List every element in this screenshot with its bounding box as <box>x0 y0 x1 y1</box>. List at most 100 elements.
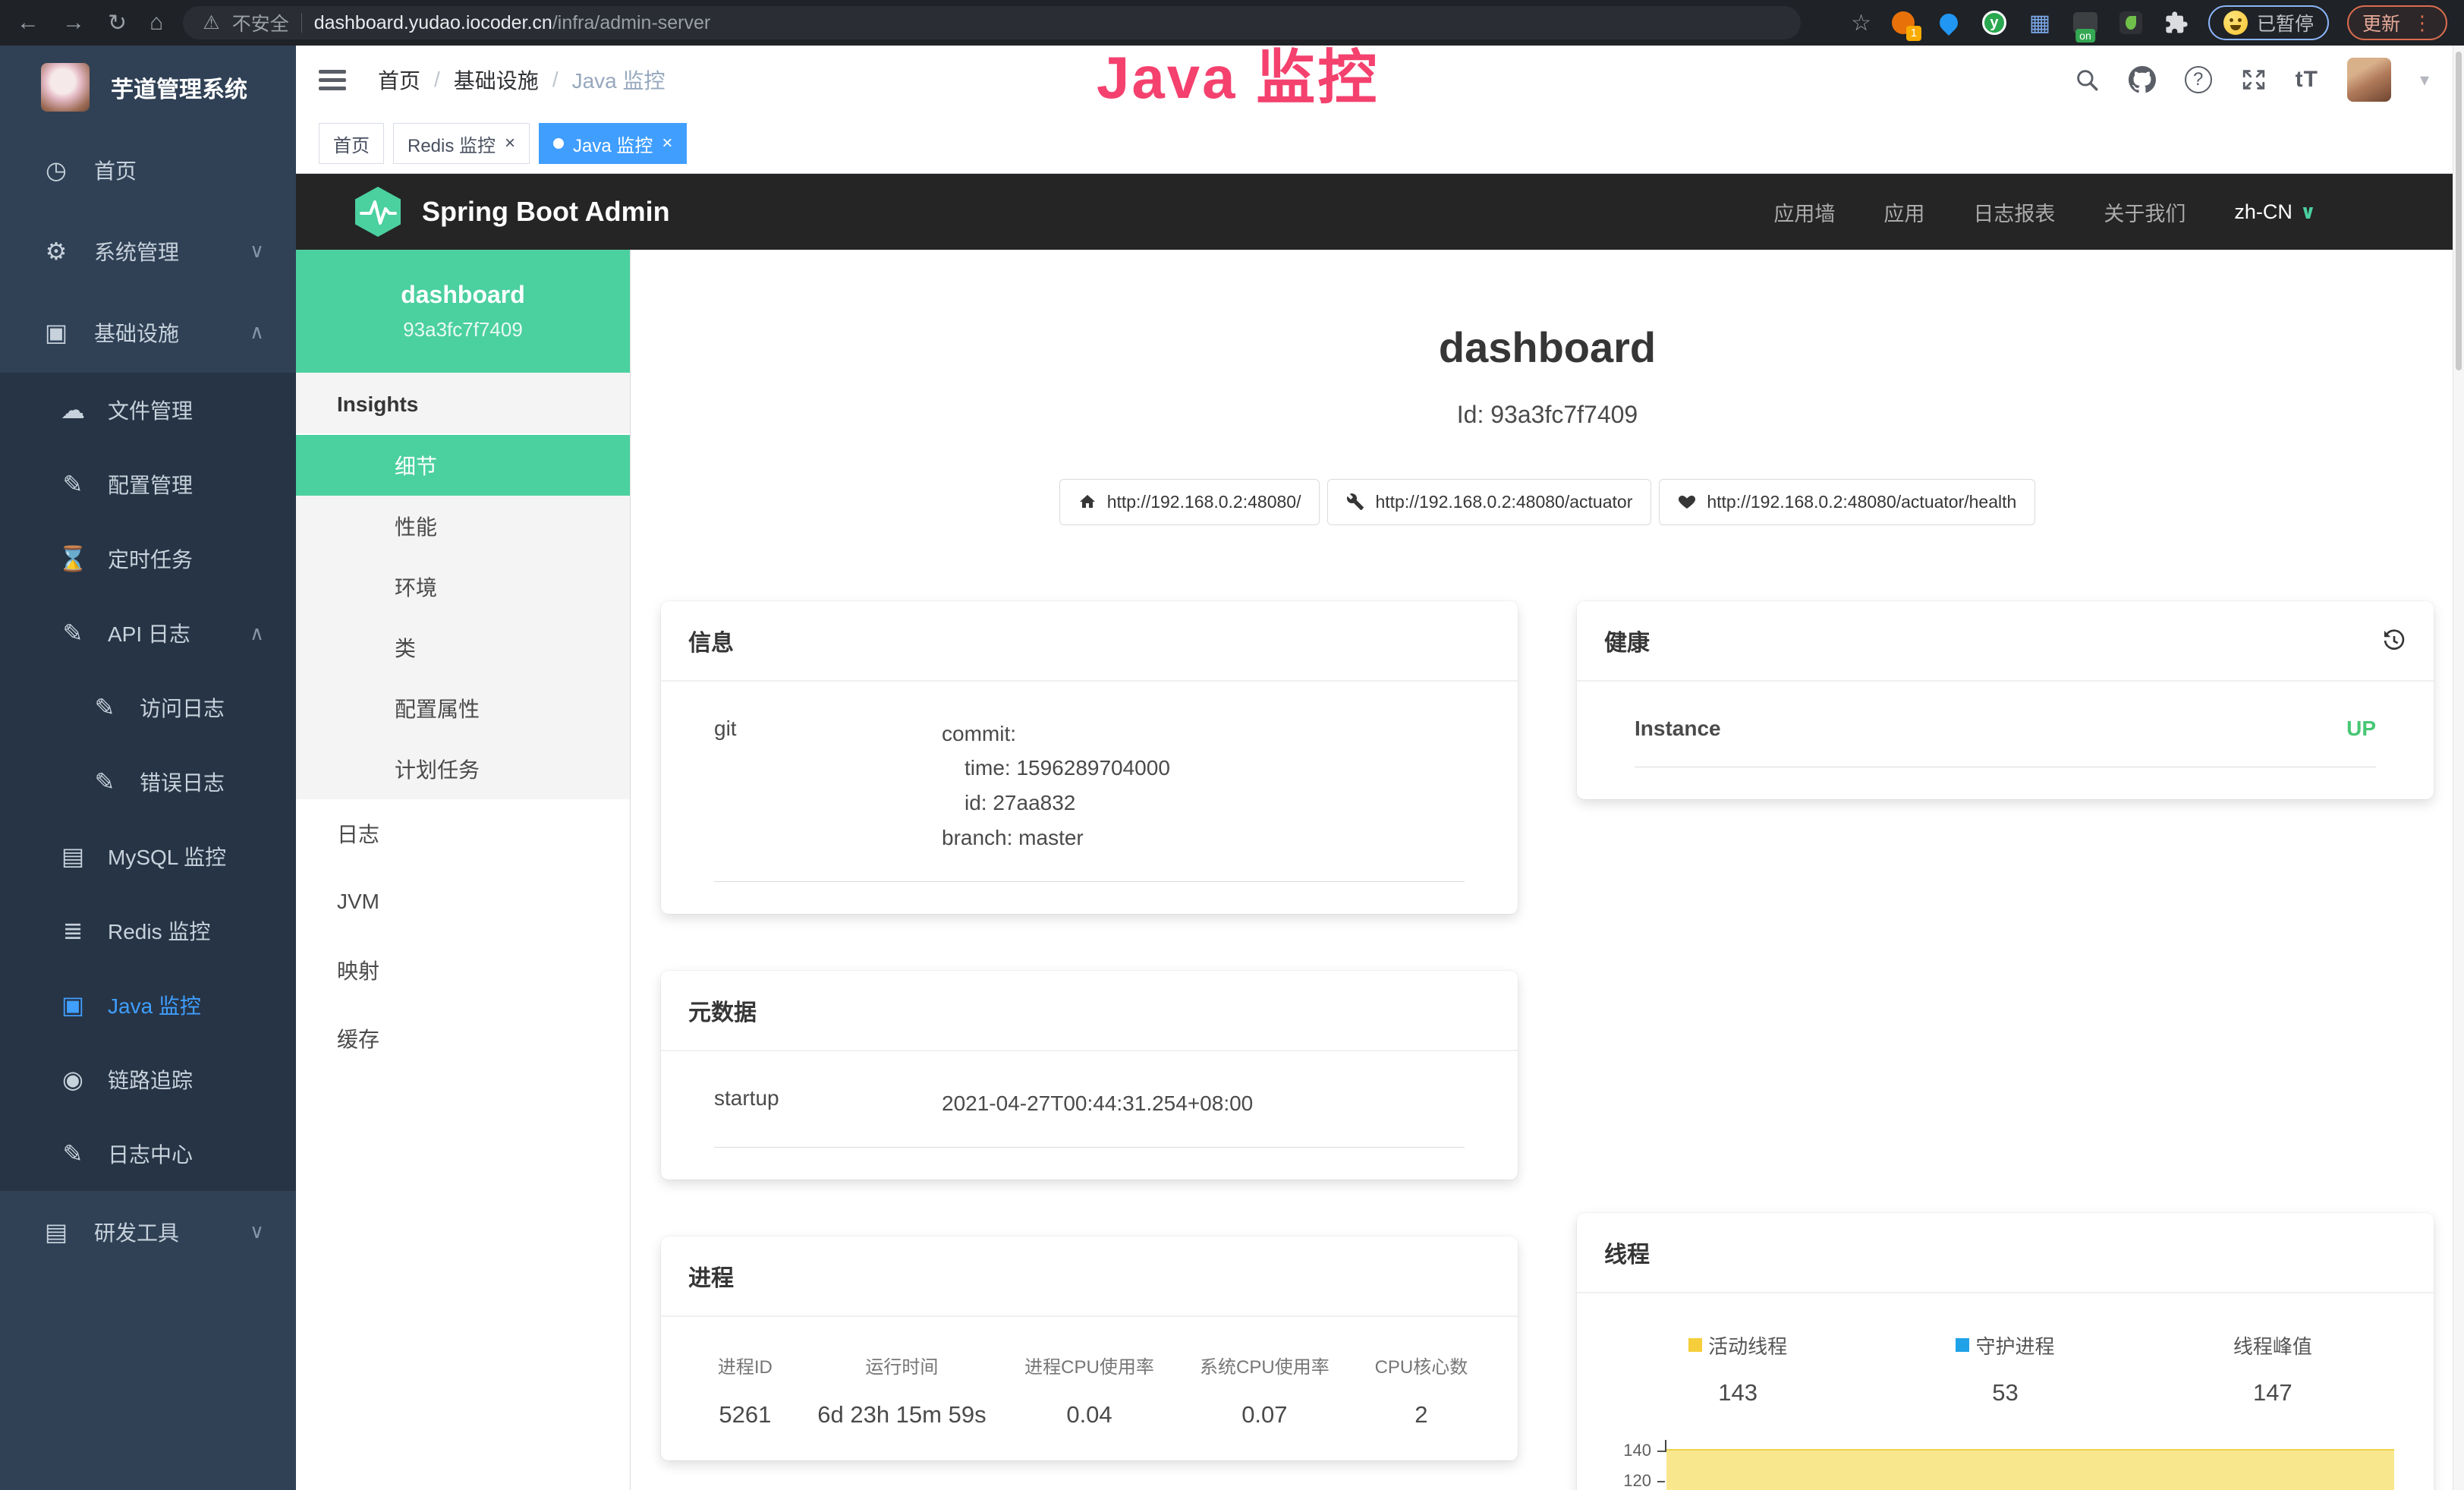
sidebar-item-log-center[interactable]: ✎ 日志中心 <box>0 1117 296 1191</box>
instance-main: dashboard Id: 93a3fc7f7409 http://192.16… <box>631 250 2464 1490</box>
sidebar-item-file-manage[interactable]: ☁ 文件管理 <box>0 373 296 447</box>
back-icon[interactable]: ← <box>17 10 39 36</box>
health-url-button[interactable]: http://192.168.0.2:48080/actuator/health <box>1659 479 2035 525</box>
reload-icon[interactable]: ↻ <box>108 10 127 36</box>
forward-icon[interactable]: → <box>62 10 85 36</box>
scrollbar-thumb[interactable] <box>2456 52 2462 370</box>
extension-orange-icon[interactable]: 1 <box>1890 9 1917 36</box>
instance-nav-logging[interactable]: 日志 <box>296 799 630 868</box>
sidebar-item-access-log[interactable]: ✎ 访问日志 <box>0 670 296 745</box>
instance-nav-config-props[interactable]: 配置属性 <box>296 678 630 739</box>
extensions-puzzle-icon[interactable] <box>2163 9 2190 36</box>
actuator-url-button[interactable]: http://192.168.0.2:48080/actuator <box>1327 479 1651 525</box>
instance-nav-metrics[interactable]: 性能 <box>296 496 630 556</box>
security-warning-icon[interactable]: ⚠ <box>203 11 219 34</box>
tab-java-monitor[interactable]: Java 监控 × <box>539 123 687 164</box>
health-card: 健康 Instance UP <box>1577 601 2434 799</box>
chevron-down-icon: ∨ <box>250 1220 264 1243</box>
spring-boot-admin-logo[interactable] <box>355 187 401 237</box>
instance-nav-scheduled-tasks[interactable]: 计划任务 <box>296 739 630 799</box>
page-tabs: 首页 Redis 监控 × Java 监控 × <box>296 114 2464 174</box>
page-scrollbar[interactable] <box>2453 46 2464 1490</box>
app-logo[interactable]: 芋道管理系统 <box>0 46 296 129</box>
sidebar-item-java-monitor[interactable]: ▣ Java 监控 <box>0 968 296 1042</box>
active-dot-icon <box>553 138 564 149</box>
sba-nav-wallboard[interactable]: 应用墙 <box>1773 197 1835 227</box>
sidebar-item-mysql-monitor[interactable]: ▤ MySQL 监控 <box>0 819 296 893</box>
sidebar-item-system[interactable]: ⚙ 系统管理 ∨ <box>0 210 296 291</box>
cell-value: 0.04 <box>1009 1401 1169 1429</box>
tab-home[interactable]: 首页 <box>319 123 384 164</box>
update-button[interactable]: 更新 ⋮ <box>2347 5 2447 40</box>
service-url-button[interactable]: http://192.168.0.2:48080/ <box>1059 479 1320 525</box>
bookmark-star-icon[interactable]: ☆ <box>1851 10 1871 36</box>
home-icon[interactable]: ⌂ <box>149 10 163 36</box>
sidebar-item-scheduled-job[interactable]: ⌛ 定时任务 <box>0 521 296 596</box>
chevron-up-icon: ∧ <box>250 622 264 645</box>
instance-nav-mappings[interactable]: 映射 <box>296 936 630 1004</box>
sidebar-item-config-manage[interactable]: ✎ 配置管理 <box>0 447 296 521</box>
github-icon[interactable] <box>2129 66 2156 93</box>
breadcrumb-home[interactable]: 首页 <box>378 65 420 95</box>
hamburger-icon[interactable] <box>319 68 346 91</box>
breadcrumb-infra[interactable]: 基础设施 <box>454 65 539 95</box>
threads-card-body: 活动线程 143 守护进程 53 线程峰值 <box>1577 1293 2434 1490</box>
instance-nav-classes[interactable]: 类 <box>296 617 630 678</box>
sba-nav-about[interactable]: 关于我们 <box>2104 197 2186 227</box>
process-col-uptime: 运行时间 6d 23h 15m 59s <box>802 1352 1002 1429</box>
edit-icon: ✎ <box>58 470 88 499</box>
update-label: 更新 <box>2362 9 2400 36</box>
profile-paused-chip[interactable]: 已暂停 <box>2208 5 2329 40</box>
info-card-title: 信息 <box>661 601 1518 682</box>
fullscreen-icon[interactable] <box>2241 67 2267 93</box>
extension-leaf-icon[interactable] <box>2117 9 2145 36</box>
git-branch-line: branch: master <box>942 821 1465 855</box>
metadata-card-body: startup 2021-04-27T00:44:31.254+08:00 <box>661 1051 1518 1180</box>
instance-header[interactable]: dashboard 93a3fc7f7409 <box>296 250 630 373</box>
chevron-down-icon: ∨ <box>250 239 264 263</box>
paused-label: 已暂停 <box>2257 9 2314 36</box>
sidebar-item-error-log[interactable]: ✎ 错误日志 <box>0 745 296 819</box>
sidebar-item-api-log[interactable]: ✎ API 日志 ∧ <box>0 596 296 670</box>
column-header: 进程ID <box>696 1352 795 1378</box>
git-id-line: id: 27aa832 <box>942 786 1465 821</box>
history-icon[interactable] <box>2382 628 2406 653</box>
instance-nav-caches[interactable]: 缓存 <box>296 1004 630 1073</box>
sba-nav-applications[interactable]: 应用 <box>1883 197 1924 227</box>
sidebar-item-home[interactable]: ◷ 首页 <box>0 129 296 210</box>
avatar-caret-icon[interactable]: ▾ <box>2420 69 2429 91</box>
browser-menu-icon[interactable]: ⋮ <box>2412 11 2432 35</box>
close-icon[interactable]: × <box>505 133 515 154</box>
extension-grid-icon[interactable]: ▦ <box>2026 9 2053 36</box>
database-icon: ▤ <box>58 842 88 871</box>
threads-legend: 活动线程 143 守护进程 53 线程峰值 <box>1604 1331 2406 1407</box>
instance-nav-details[interactable]: 细节 <box>296 435 630 496</box>
infra-submenu: ☁ 文件管理 ✎ 配置管理 ⌛ 定时任务 ✎ API 日志 ∧ ✎ <box>0 373 296 1191</box>
close-icon[interactable]: × <box>662 133 672 154</box>
sidebar-item-tracing[interactable]: ◉ 链路追踪 <box>0 1042 296 1117</box>
instance-links: http://192.168.0.2:48080/ http://192.168… <box>661 479 2434 525</box>
font-size-icon[interactable]: tT <box>2296 67 2318 93</box>
instance-nav-jvm[interactable]: JVM <box>296 868 630 936</box>
breadcrumb: 首页 / 基础设施 / Java 监控 <box>378 65 666 95</box>
monitor-icon: ▣ <box>41 318 71 347</box>
tab-redis-monitor[interactable]: Redis 监控 × <box>393 123 530 164</box>
instance-nav-environment[interactable]: 环境 <box>296 556 630 617</box>
sba-nav-journal[interactable]: 日志报表 <box>1973 197 2055 227</box>
metadata-label: startup <box>714 1086 942 1121</box>
extension-y-icon[interactable]: y <box>1981 9 2008 36</box>
language-selector[interactable]: zh-CN ∨ <box>2234 200 2316 224</box>
extension-pin-icon[interactable] <box>1935 9 1962 36</box>
address-bar[interactable]: ⚠ 不安全 dashboard.yudao.iocoder.cn/infra/a… <box>183 6 1801 39</box>
sidebar-item-redis-monitor[interactable]: ≣ Redis 监控 <box>0 893 296 968</box>
sidebar-item-infra[interactable]: ▣ 基础设施 ∧ <box>0 291 296 373</box>
extension-on-icon[interactable]: on <box>2072 9 2099 36</box>
search-icon[interactable] <box>2074 67 2100 93</box>
breadcrumb-separator: / <box>434 68 440 92</box>
sidebar-item-devtools[interactable]: ▤ 研发工具 ∨ <box>0 1191 296 1272</box>
dashboard-icon: ◷ <box>41 156 71 184</box>
user-avatar[interactable] <box>2347 58 2391 102</box>
legend-label: 线程峰值 <box>2233 1331 2312 1359</box>
help-icon[interactable]: ? <box>2185 66 2212 93</box>
process-col-system-cpu: 系统CPU使用率 0.07 <box>1177 1352 1352 1429</box>
